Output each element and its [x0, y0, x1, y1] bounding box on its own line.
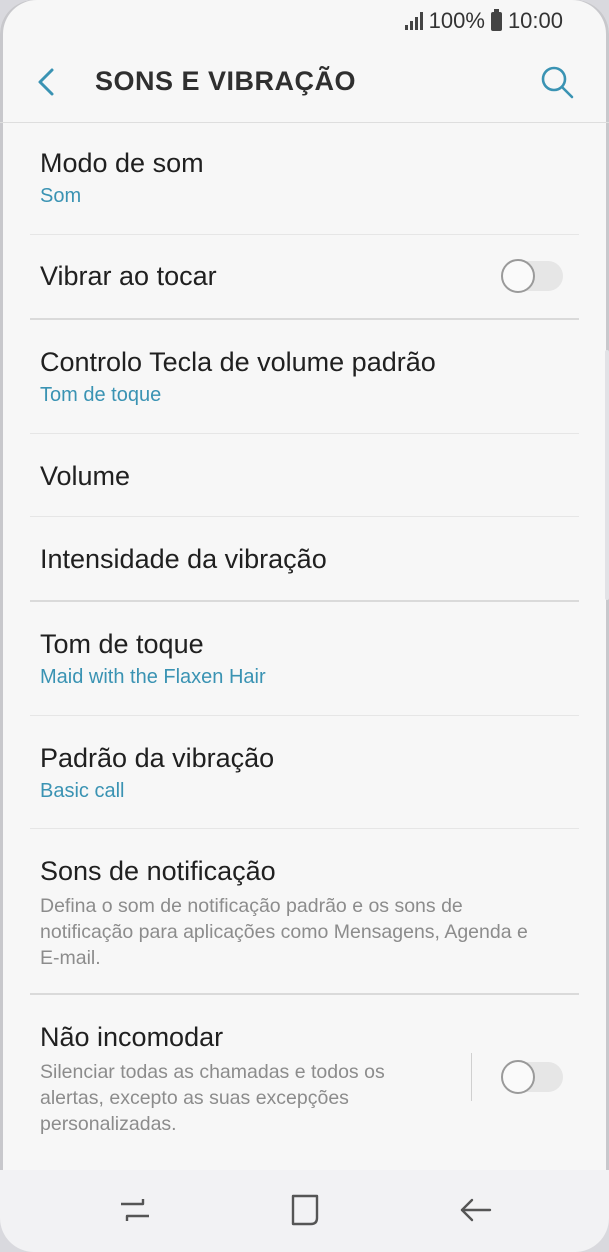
setting-vibrate-on-ring[interactable]: Vibrar ao tocar	[0, 235, 609, 318]
clock: 10:00	[507, 8, 563, 33]
search-icon	[541, 66, 574, 99]
back-arrow-icon	[38, 68, 54, 96]
navigation-bar	[0, 1170, 609, 1252]
toggle-knob	[501, 1060, 535, 1094]
setting-title: Controlo Tecla de volume padrão	[40, 347, 436, 377]
do-not-disturb-toggle[interactable]	[501, 1060, 563, 1094]
setting-value: Tom de toque	[40, 384, 162, 406]
setting-title: Volume	[40, 461, 131, 491]
status-indicators: 100% 10:00	[404, 8, 563, 34]
settings-list: Modo de som Som Vibrar ao tocar Controlo…	[0, 123, 609, 1165]
setting-title: Padrão da vibração	[40, 743, 275, 773]
setting-sound-mode[interactable]: Modo de som Som	[0, 123, 609, 234]
setting-title: Não incomodar	[40, 1022, 224, 1052]
nav-back-button[interactable]	[454, 1188, 498, 1232]
search-button[interactable]	[537, 62, 577, 102]
vertical-divider	[471, 1053, 472, 1101]
setting-volume[interactable]: Volume	[0, 434, 609, 516]
setting-value: Maid with the Flaxen Hair	[40, 666, 266, 688]
home-icon	[291, 1194, 319, 1226]
setting-description: Defina o som de notificação padrão e os …	[40, 895, 528, 969]
setting-do-not-disturb[interactable]: Não incomodar Silenciar todas as chamada…	[0, 995, 609, 1165]
home-button[interactable]	[283, 1188, 327, 1232]
recents-button[interactable]	[113, 1188, 157, 1232]
setting-value: Basic call	[40, 780, 125, 802]
phone-screen: 100% 10:00 SONS E VIBRAÇÃO Modo de som S…	[0, 0, 609, 1252]
nav-back-icon	[460, 1198, 492, 1222]
battery-percentage: 100%	[428, 8, 485, 33]
setting-value: Som	[40, 185, 82, 207]
vibrate-toggle[interactable]	[501, 259, 563, 293]
toggle-knob	[501, 259, 535, 293]
setting-title: Vibrar ao tocar	[40, 261, 217, 291]
status-bar: 100% 10:00	[0, 0, 609, 42]
recents-icon	[121, 1199, 149, 1221]
setting-ringtone[interactable]: Tom de toque Maid with the Flaxen Hair	[0, 602, 609, 715]
setting-description: Silenciar todas as chamadas e todos os a…	[40, 1061, 385, 1135]
setting-notification-sounds[interactable]: Sons de notificação Defina o som de noti…	[0, 829, 609, 993]
app-header: SONS E VIBRAÇÃO	[0, 42, 609, 123]
setting-title: Tom de toque	[40, 629, 204, 659]
setting-title: Modo de som	[40, 148, 204, 178]
setting-vibration-intensity[interactable]: Intensidade da vibração	[0, 517, 609, 600]
signal-icon	[404, 12, 423, 30]
back-button[interactable]	[30, 64, 66, 100]
setting-title: Intensidade da vibração	[40, 544, 327, 574]
setting-volume-key-control[interactable]: Controlo Tecla de volume padrão Tom de t…	[0, 320, 609, 433]
setting-title: Sons de notificação	[40, 856, 276, 886]
page-title: SONS E VIBRAÇÃO	[95, 66, 357, 96]
battery-icon	[490, 8, 502, 31]
setting-vibration-pattern[interactable]: Padrão da vibração Basic call	[0, 716, 609, 828]
